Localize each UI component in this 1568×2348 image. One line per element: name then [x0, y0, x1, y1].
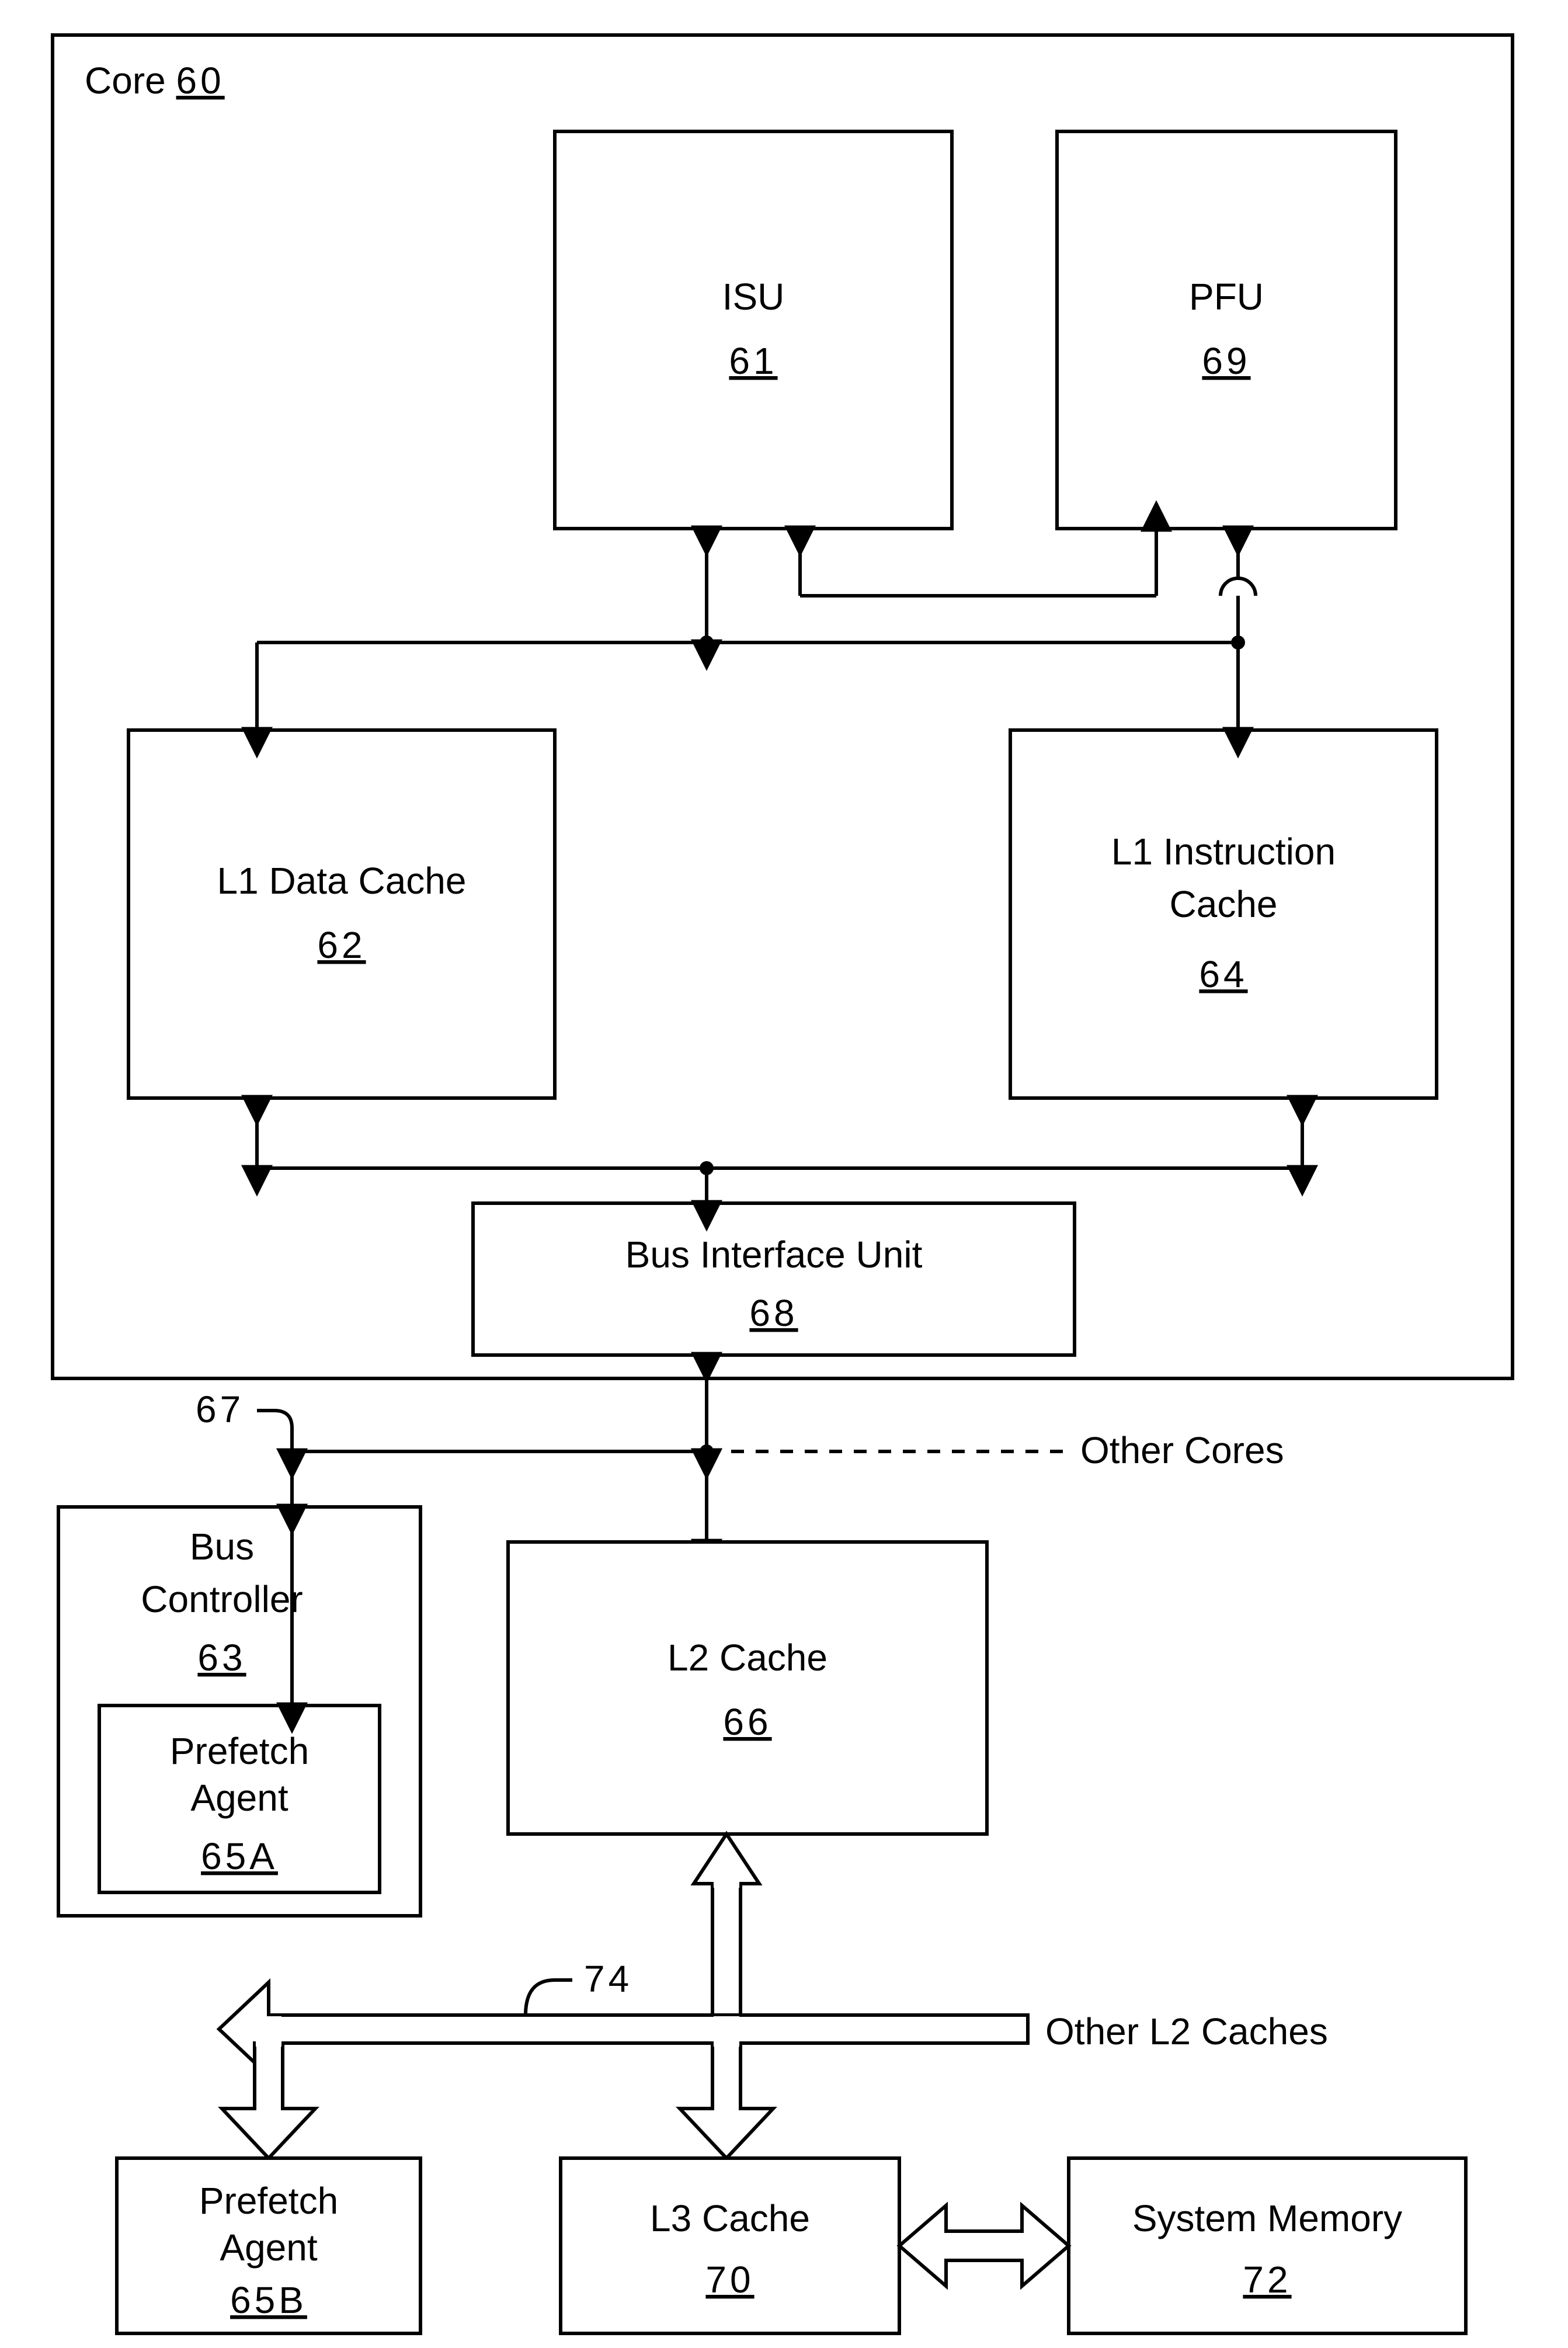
busctl-num: 63	[197, 1637, 246, 1679]
l3-label: L3 Cache	[650, 2197, 810, 2239]
ref67-leader	[257, 1411, 292, 1451]
pfb-l2: Agent	[220, 2227, 317, 2269]
pfu-box	[1057, 131, 1396, 529]
other-cores-label: Other Cores	[1080, 1429, 1284, 1471]
l1i-label2: Cache	[1170, 883, 1278, 925]
pfa-num: 65A	[201, 1835, 278, 1877]
pfa-l2: Agent	[190, 1777, 288, 1819]
pfu-num: 69	[1202, 340, 1250, 382]
pfa-l1: Prefetch	[170, 1730, 309, 1772]
hollow-l3-sysmem	[899, 2205, 1069, 2286]
sysmem-box	[1069, 2158, 1466, 2333]
l3-box	[561, 2158, 899, 2333]
biu-label: Bus Interface Unit	[625, 1234, 923, 1276]
hollow-down-left	[222, 2043, 315, 2158]
l1d-box	[128, 730, 555, 1098]
core-label: Core 60	[85, 60, 225, 102]
l1i-label1: L1 Instruction	[1111, 831, 1336, 873]
pfu-label: PFU	[1189, 276, 1264, 318]
busctl-l1: Bus	[190, 1526, 254, 1568]
bus-node-1	[700, 635, 714, 649]
biu-num: 68	[749, 1292, 798, 1334]
pfb-num: 65B	[230, 2279, 307, 2321]
l2-num: 66	[723, 1701, 771, 1743]
hollow-up-arrow	[694, 1834, 759, 1884]
diagram-root: Core 60 ISU 61 PFU 69 L1 Data Cache 62 L…	[0, 0, 1568, 2348]
busctl-l2: Controller	[141, 1578, 303, 1620]
pfb-l1: Prefetch	[199, 2180, 338, 2222]
l1d-label: L1 Data Cache	[217, 860, 467, 902]
other-l2-label: Other L2 Caches	[1045, 2010, 1328, 2052]
ref74-leader	[526, 1980, 572, 2015]
isu-box	[555, 131, 952, 529]
l1d-num: 62	[317, 924, 366, 966]
isu-label: ISU	[722, 276, 785, 318]
l3-num: 70	[705, 2259, 754, 2301]
isu-num: 61	[729, 340, 777, 382]
ref67: 67	[196, 1388, 244, 1430]
l2-label: L2 Cache	[667, 1637, 828, 1679]
l1i-num: 64	[1199, 953, 1247, 995]
l2-box	[508, 1542, 987, 1834]
sysmem-num: 72	[1243, 2259, 1291, 2301]
ref74: 74	[584, 1958, 632, 2000]
sysmem-label: System Memory	[1132, 2197, 1402, 2239]
